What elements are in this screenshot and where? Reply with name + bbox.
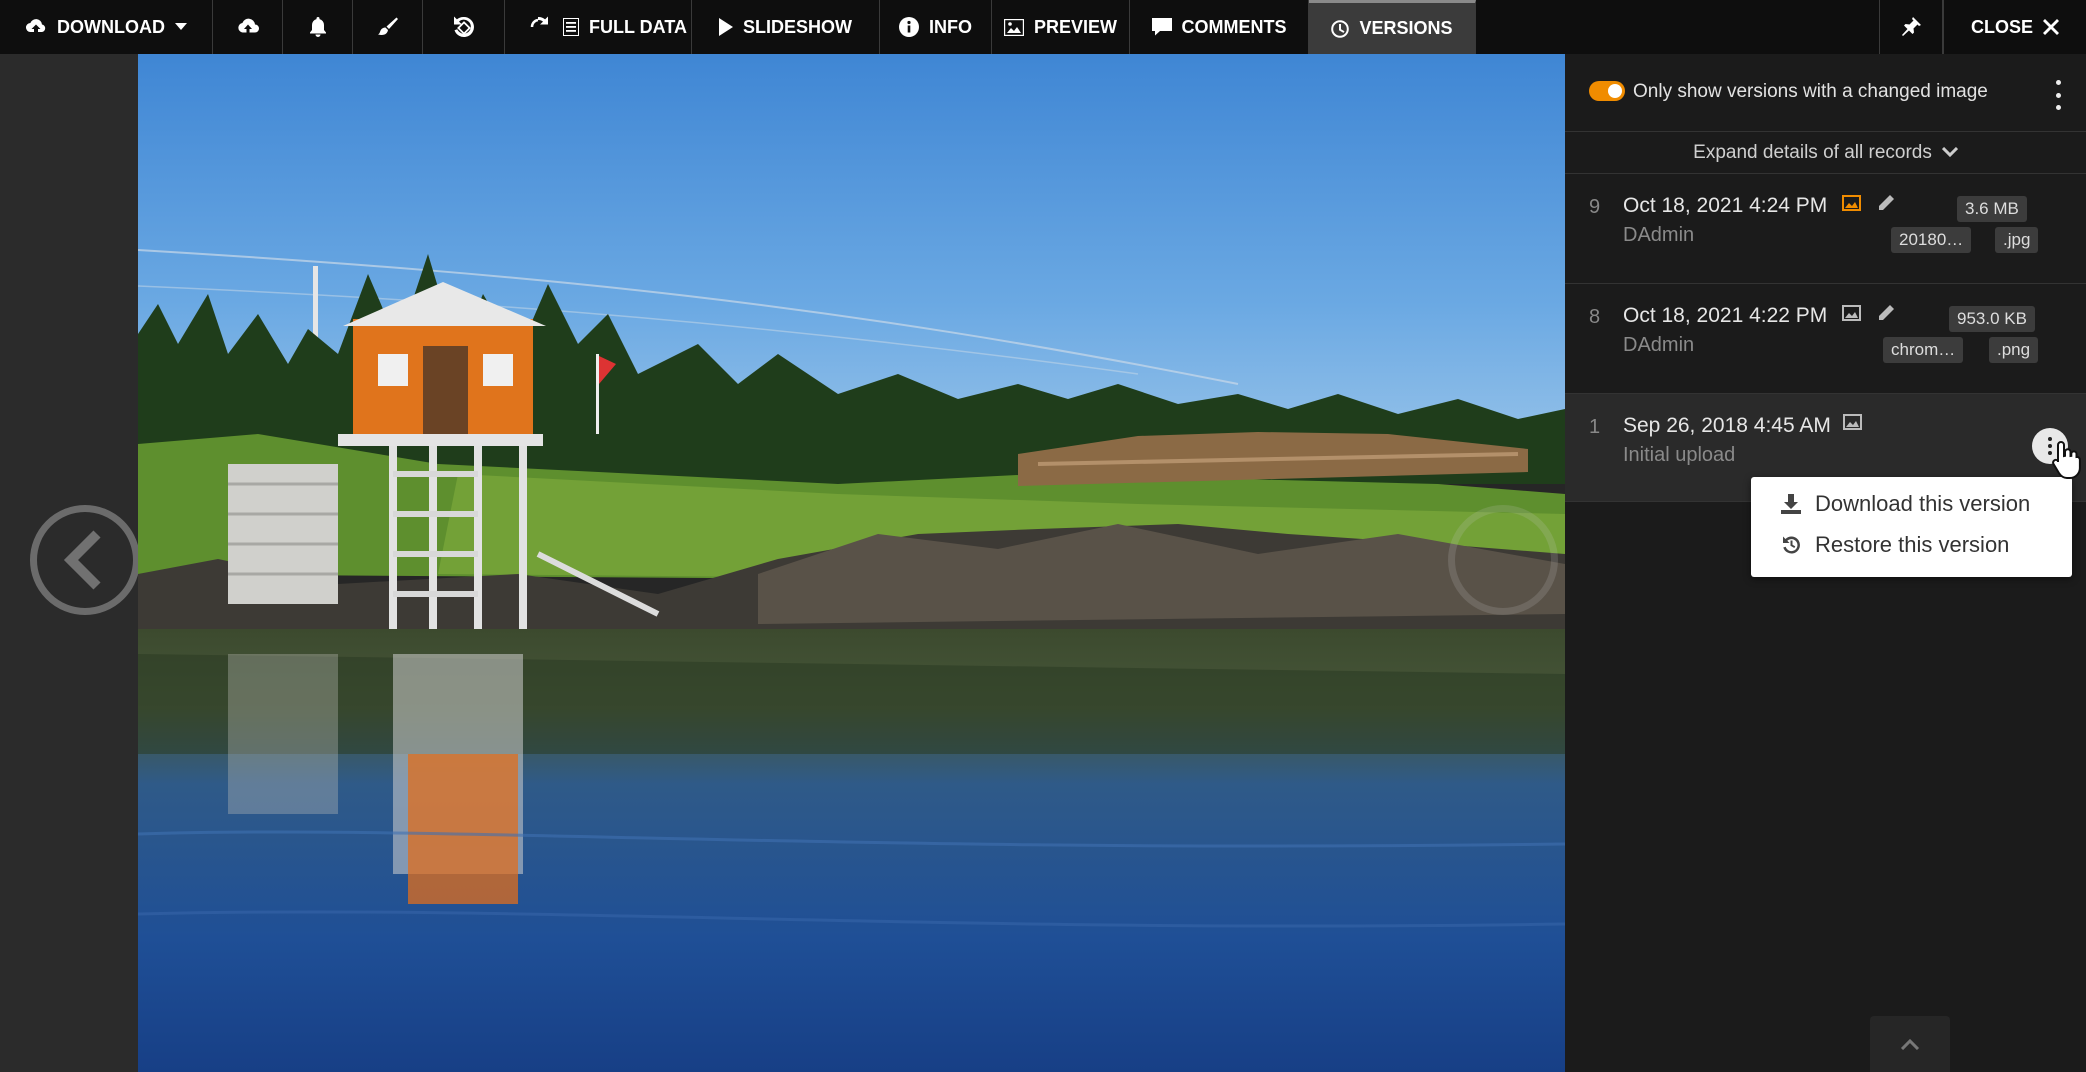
- version-number: 8: [1589, 306, 1601, 328]
- info-icon: [899, 17, 919, 37]
- download-version-item[interactable]: Download this version: [1781, 491, 2030, 517]
- changed-image-toggle[interactable]: [1589, 81, 1625, 101]
- notifications-button[interactable]: [283, 0, 353, 54]
- changed-image-toggle-label: Only show versions with a changed image: [1633, 81, 1988, 102]
- download-icon: [1781, 494, 1801, 514]
- preview-label: PREVIEW: [1033, 16, 1117, 37]
- image-icon: [1842, 305, 1861, 321]
- edit-button[interactable]: [353, 0, 423, 54]
- top-toolbar: DOWNLOAD FULL DATA SLIDESHOW INFO PREVIE…: [0, 0, 2086, 54]
- version-change-icons: [1842, 304, 1895, 322]
- file-size-badge: 953.0 KB: [1949, 306, 2035, 332]
- main-photo: [138, 54, 1565, 1072]
- version-record[interactable]: 9 Oct 18, 2021 4:24 PM DAdmin 3.6 MB 201…: [1565, 174, 2086, 284]
- pencil-icon: [1879, 195, 1894, 210]
- cloud-upload-icon: [237, 18, 259, 33]
- info-label: INFO: [929, 16, 972, 37]
- filename-badge: 20180…: [1891, 227, 1972, 253]
- comments-label: COMMENTS: [1181, 16, 1287, 37]
- slideshow-label: SLIDESHOW: [742, 16, 852, 37]
- chevron-up-icon: [1900, 1038, 1920, 1050]
- kebab-dot: [2055, 80, 2061, 85]
- extension-badge: .jpg: [1995, 227, 2039, 253]
- rotate-left-button[interactable]: [423, 0, 505, 54]
- version-number: 1: [1589, 416, 1601, 438]
- expand-all-label: Expand details of all records: [1693, 141, 1932, 163]
- next-button[interactable]: [1448, 505, 1558, 615]
- slideshow-button[interactable]: SLIDESHOW: [692, 0, 880, 54]
- brush-icon: [377, 17, 398, 35]
- pencil-icon: [1879, 305, 1894, 320]
- close-button[interactable]: CLOSE: [1943, 0, 2086, 54]
- panel-options-button[interactable]: [2048, 80, 2068, 110]
- kebab-dot: [2055, 105, 2061, 110]
- version-number: 9: [1589, 196, 1601, 218]
- version-change-icons: [1842, 194, 1895, 212]
- rotate-left-icon: [453, 16, 474, 37]
- play-icon: [718, 18, 733, 36]
- download-button[interactable]: DOWNLOAD: [0, 0, 213, 54]
- version-date: Oct 18, 2021 4:24 PM: [1623, 194, 1828, 217]
- version-context-menu: Download this version Restore this versi…: [1751, 477, 2072, 577]
- download-version-label: Download this version: [1815, 491, 2031, 516]
- versions-button[interactable]: VERSIONS: [1309, 0, 1476, 54]
- full-data-label: FULL DATA: [589, 16, 687, 37]
- version-date: Oct 18, 2021 4:22 PM: [1623, 304, 1828, 327]
- image-changed-icon: [1842, 195, 1861, 211]
- restore-version-label: Restore this version: [1815, 532, 2010, 557]
- comments-button[interactable]: COMMENTS: [1130, 0, 1309, 54]
- viewer-root: DOWNLOAD FULL DATA SLIDESHOW INFO PREVIE…: [0, 0, 2086, 1072]
- image-icon: [1843, 414, 1862, 430]
- close-label: CLOSE: [1970, 16, 2033, 37]
- version-record[interactable]: 8 Oct 18, 2021 4:22 PM DAdmin 953.0 KB c…: [1565, 284, 2086, 394]
- pin-icon: [1902, 17, 1921, 36]
- kebab-dot: [2055, 92, 2061, 98]
- pin-button[interactable]: [1879, 0, 1943, 54]
- filename-badge: chrom…: [1883, 337, 1964, 363]
- bell-icon: [309, 17, 326, 37]
- info-button[interactable]: INFO: [880, 0, 992, 54]
- chevron-left-icon: [63, 530, 101, 590]
- version-user: Initial upload: [1623, 444, 1736, 466]
- image-icon: [1003, 18, 1024, 36]
- comment-icon: [1151, 18, 1172, 36]
- caret-down-icon: [174, 23, 187, 30]
- versions-label: VERSIONS: [1359, 18, 1453, 38]
- chevron-down-icon: [1941, 147, 1958, 158]
- version-date: Sep 26, 2018 4:45 AM: [1623, 414, 1831, 437]
- list-icon: [563, 18, 579, 36]
- rotate-right-icon: [530, 16, 548, 28]
- file-size-badge: 3.6 MB: [1957, 196, 2027, 222]
- close-icon: [2043, 19, 2059, 35]
- clock-icon: [1331, 19, 1350, 38]
- previous-button[interactable]: [30, 505, 140, 615]
- version-user: DAdmin: [1623, 334, 1695, 356]
- hand-pointer-icon: [2052, 440, 2081, 479]
- rotate-right-button[interactable]: [505, 0, 551, 54]
- extension-badge: .png: [1989, 337, 2039, 363]
- version-user: DAdmin: [1623, 224, 1695, 246]
- lake-cabin-photo: [138, 54, 1565, 1072]
- history-icon: [1783, 536, 1800, 554]
- download-label: DOWNLOAD: [57, 16, 165, 37]
- upload-button[interactable]: [213, 0, 283, 54]
- version-change-icons: [1843, 414, 1862, 430]
- expand-all-records-button[interactable]: Expand details of all records: [1565, 132, 2086, 174]
- restore-version-item[interactable]: Restore this version: [1781, 532, 2009, 558]
- versions-panel-header: Only show versions with a changed image: [1565, 54, 2086, 132]
- full-data-button[interactable]: FULL DATA: [551, 0, 692, 54]
- preview-button[interactable]: PREVIEW: [992, 0, 1130, 54]
- cloud-download-icon: [25, 19, 46, 33]
- scroll-to-top-button[interactable]: [1870, 1016, 1950, 1072]
